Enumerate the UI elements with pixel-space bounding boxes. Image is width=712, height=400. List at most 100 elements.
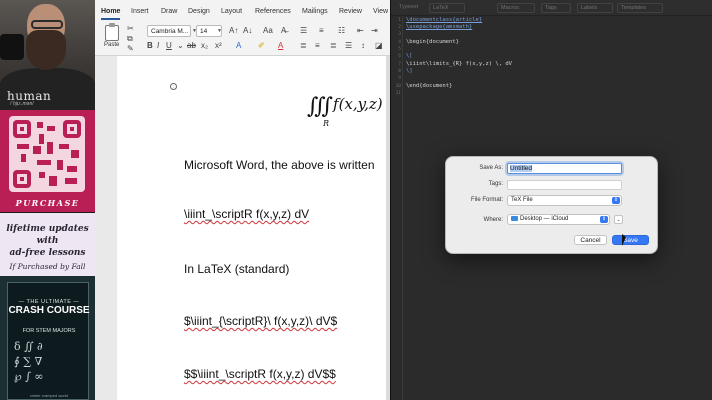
book-author: rather cramped world <box>30 393 68 398</box>
bullets-icon[interactable]: ☰ <box>300 26 307 35</box>
line-number: 5 <box>398 47 401 52</box>
numbering-icon[interactable]: ≡ <box>319 26 324 35</box>
paste-icon[interactable] <box>105 23 119 41</box>
increase-indent-icon[interactable]: ⇥ <box>371 26 378 35</box>
purchase-label[interactable]: PURCHASE <box>4 198 91 208</box>
case-icon[interactable]: Aa <box>263 26 273 35</box>
document-page[interactable]: ⋮ ∭f(x,y,z) d R Microsoft Word, the abov… <box>117 56 390 400</box>
line-number: 4 <box>398 40 401 45</box>
align-center-icon[interactable]: ≡ <box>315 41 320 50</box>
doc-line-3[interactable]: In LaTeX (standard) <box>184 262 289 276</box>
font-size-chevron-icon[interactable]: ▼ <box>217 28 222 34</box>
lifetime-line-2: ad-free lessons <box>9 248 86 258</box>
code-line[interactable]: \[ <box>406 53 413 59</box>
chevron-updown-icon[interactable]: ⇕ <box>600 216 608 223</box>
file-format-select[interactable]: TeX File ⇕ <box>507 195 622 206</box>
doc-line-5[interactable]: $$\iiint_\scriptR f(x,y,z) dV$$ <box>184 367 336 381</box>
superscript-icon[interactable]: x² <box>215 41 222 50</box>
book-eq-row-1: δ ∬ ∂ <box>14 340 43 353</box>
chevron-updown-icon[interactable]: ⇕ <box>612 197 620 204</box>
qr-code-icon[interactable] <box>9 116 85 192</box>
clear-format-icon[interactable]: A̶ <box>281 26 286 35</box>
tab-references[interactable]: References <box>255 8 291 15</box>
promo-strip: human /ˈhjuː.mən/ PURCHASE lifetime upda… <box>0 0 95 400</box>
align-left-icon[interactable]: ≣ <box>300 41 307 50</box>
labels-select[interactable]: Labels <box>577 3 613 13</box>
book-cover[interactable]: — THE ULTIMATE — CRASH COURSE FOR STEM M… <box>7 282 90 400</box>
underline-icon[interactable]: U <box>166 41 172 50</box>
doc-line-4-text: $\iiint_{\scriptR}\ f(x,y,z)\ dV$ <box>184 314 338 328</box>
save-as-label: Save As: <box>479 165 503 171</box>
file-format-value: TeX File <box>511 197 533 203</box>
tab-mailings[interactable]: Mailings <box>302 8 328 15</box>
tags-input[interactable] <box>507 180 622 190</box>
highlight-icon[interactable]: ✐ <box>258 41 265 50</box>
file-format-label: File Format: <box>470 197 503 203</box>
tags-select[interactable]: Tags <box>541 3 571 13</box>
word-window: Home Insert Draw Design Layout Reference… <box>95 0 390 400</box>
screen: human /ˈhjuː.mən/ PURCHASE lifetime upda… <box>0 0 712 400</box>
line-number: 8 <box>398 69 401 74</box>
format-painter-icon[interactable]: ✎ <box>127 44 134 53</box>
lifetime-line-1: lifetime updates with <box>6 224 89 246</box>
code-line[interactable]: \] <box>406 68 413 74</box>
justify-icon[interactable]: ☰ <box>345 41 352 50</box>
where-select[interactable]: Desktop — iCloud ⇕ <box>507 214 610 225</box>
tab-design[interactable]: Design <box>188 8 210 15</box>
font-color-icon[interactable]: A <box>278 41 283 50</box>
templates-select[interactable]: Templates <box>617 3 663 13</box>
code-line[interactable]: \iiint\limits_{R} f(x,y,z) \, dV <box>406 61 512 67</box>
copy-icon[interactable]: ⧉ <box>127 34 133 43</box>
doc-line-4[interactable]: $\iiint_{\scriptR}\ f(x,y,z)\ dV$ <box>184 314 337 328</box>
grow-font-icon[interactable]: A↑ <box>229 26 238 35</box>
code-line[interactable]: \usepackage{amsmath} <box>406 24 472 30</box>
font-name-select[interactable]: Cambria M... <box>147 25 191 37</box>
doc-line-2[interactable]: \iiint_\scriptR f(x,y,z) dV <box>184 207 309 221</box>
typeset-button[interactable]: Typeset <box>399 4 418 10</box>
equation-handle-icon[interactable]: ⋮ <box>170 83 177 90</box>
line-spacing-icon[interactable]: ↕ <box>361 41 365 50</box>
line-number-gutter: 1 2 3 4 5 6 7 8 9 10 11 <box>391 16 403 400</box>
tab-review[interactable]: Review <box>339 8 362 15</box>
shrink-font-icon[interactable]: A↓ <box>243 26 252 35</box>
decrease-indent-icon[interactable]: ⇤ <box>357 26 364 35</box>
cancel-button[interactable]: Cancel <box>574 235 607 245</box>
save-as-input[interactable]: Untitled <box>507 163 622 174</box>
chevron-down-icon[interactable]: ⌄ <box>177 41 184 50</box>
doc-line-2-text: \iiint_\scriptR f(x,y,z) dV <box>184 207 310 221</box>
tab-insert[interactable]: Insert <box>131 8 149 15</box>
tab-layout[interactable]: Layout <box>221 8 242 15</box>
book-card[interactable]: — THE ULTIMATE — CRASH COURSE FOR STEM M… <box>0 276 95 400</box>
bold-icon[interactable]: B <box>147 41 153 50</box>
ribbon-tabs: Home Insert Draw Design Layout Reference… <box>95 0 390 22</box>
code-line[interactable]: \documentclass{article} <box>406 17 482 23</box>
paste-label[interactable]: Paste <box>104 42 119 48</box>
engine-select[interactable]: LaTeX <box>429 3 465 13</box>
microphone <box>0 34 24 60</box>
multilevel-list-icon[interactable]: ☷ <box>338 26 345 35</box>
tab-home[interactable]: Home <box>101 8 121 20</box>
save-button[interactable]: Save <box>612 235 649 245</box>
tab-view[interactable]: View <box>373 8 388 15</box>
cut-icon[interactable]: ✂ <box>127 24 134 33</box>
qr-card[interactable]: PURCHASE <box>0 110 95 212</box>
equation-block[interactable]: ∭f(x,y,z) d R <box>307 94 390 128</box>
text-effects-icon[interactable]: A <box>236 41 241 50</box>
line-number: 11 <box>395 91 401 96</box>
align-right-icon[interactable]: ≣ <box>330 41 337 50</box>
subscript-icon[interactable]: x₂ <box>201 41 208 50</box>
shading-icon[interactable]: ◪ <box>375 41 383 50</box>
macros-select[interactable]: Macros <box>497 3 535 13</box>
doc-line-1[interactable]: Microsoft Word, the above is written <box>184 158 375 172</box>
line-number: 9 <box>398 76 401 81</box>
expand-dialog-button[interactable]: ⌄ <box>614 215 623 224</box>
home-ribbon: Paste ✂ ⧉ ✎ Cambria M... ▼ 14 ▼ A↑ A↓ B … <box>95 22 390 56</box>
italic-icon[interactable]: I <box>157 41 159 50</box>
tags-label: Tags: <box>488 181 503 187</box>
equation-subscript: R <box>323 119 330 128</box>
code-line[interactable]: \end{document} <box>406 83 452 89</box>
tab-draw[interactable]: Draw <box>161 8 177 15</box>
strikethrough-icon[interactable]: ab <box>187 41 196 50</box>
folder-icon <box>511 216 518 221</box>
code-line[interactable]: \begin{document} <box>406 39 459 45</box>
